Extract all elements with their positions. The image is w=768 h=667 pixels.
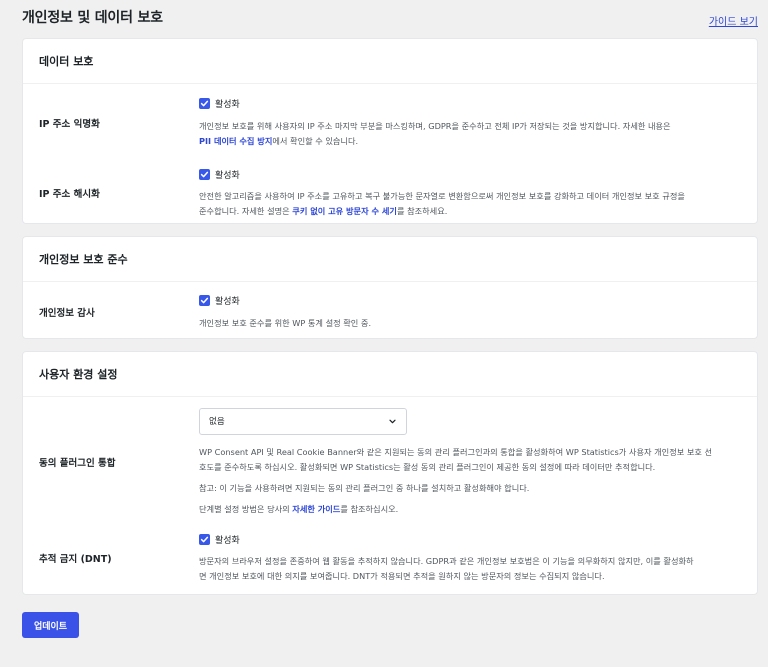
ip-anonymize-checkbox-label: 활성화 xyxy=(215,100,240,110)
privacy-audit-description: 개인정보 보호 준수를 위한 WP 통계 설정 확인 중. xyxy=(199,317,372,328)
privacy-audit-checkbox[interactable] xyxy=(199,295,210,306)
checkmark-icon xyxy=(200,297,209,304)
consent-desc-line1: WP Consent API 및 Real Cookie Banner와 같은 … xyxy=(199,446,713,457)
ip-hash-row: IP 주소 해시화 활성화 안전한 알고리즘을 사용하여 IP 주소를 고유하고… xyxy=(39,163,741,223)
guide-link[interactable]: 가이드 보기 xyxy=(709,13,758,28)
privacy-audit-label: 개인정보 감사 xyxy=(39,308,95,319)
card-body: IP 주소 익명화 활성화 개인정보 보호를 위해 사용자의 IP 주소 마지막… xyxy=(23,84,757,223)
dnt-desc-line1: 방문자의 브라우저 설정을 존중하여 웹 활동을 추적하지 않습니다. GDPR… xyxy=(199,556,694,566)
consent-plugin-select[interactable]: 없음 xyxy=(199,407,407,435)
ip-hash-checkbox-label: 활성화 xyxy=(215,170,240,181)
consent-integration-label: 동의 플러그인 통합 xyxy=(39,458,116,469)
consent-integration-description: WP Consent API 및 Real Cookie Banner와 같은 … xyxy=(199,445,733,475)
consent-integration-content: 없음 WP Consent API 및 Real Cookie Banner와 … xyxy=(199,407,741,517)
ip-anonymize-label: IP 주소 익명화 xyxy=(39,118,100,130)
card-title: 데이터 보호 xyxy=(23,39,757,84)
chevron-down-icon xyxy=(389,419,396,423)
cookieless-visitors-link[interactable]: 쿠키 없이 고유 방문자 수 세기 xyxy=(292,206,397,216)
page-title: 개인정보 및 데이터 보호 xyxy=(22,10,163,26)
ip-anonymize-content: 활성화 개인정보 보호를 위해 사용자의 IP 주소 마지막 부분을 마스킹하며… xyxy=(199,97,741,149)
consent-integration-row: 동의 플러그인 통합 없음 WP Consent API 및 Real Cook… xyxy=(39,405,741,519)
card-title: 사용자 환경 설정 xyxy=(23,352,757,397)
privacy-audit-checkbox-line[interactable]: 활성화 xyxy=(199,294,733,308)
user-preferences-card: 사용자 환경 설정 동의 플러그인 통합 없음 WP Consent API 및… xyxy=(22,351,758,595)
card-body: 동의 플러그인 통합 없음 WP Consent API 및 Real Cook… xyxy=(23,397,757,587)
dnt-checkbox-line[interactable]: 활성화 xyxy=(199,532,733,546)
ip-anonymize-checkbox-line[interactable]: 활성화 xyxy=(199,97,733,111)
dnt-row: 추적 금지 (DNT) 활성화 방문자의 브라우저 설정을 존중하여 웹 활동을… xyxy=(39,529,741,587)
ip-hash-desc-after: 를 참조하세요. xyxy=(396,206,448,216)
dnt-description: 방문자의 브라우저 설정을 존중하여 웹 활동을 추적하지 않습니다. GDPR… xyxy=(199,554,733,584)
dnt-content: 활성화 방문자의 브라우저 설정을 존중하여 웹 활동을 추적하지 않습니다. … xyxy=(199,532,741,584)
privacy-audit-content: 활성화 개인정보 보호 준수를 위한 WP 통계 설정 확인 중. xyxy=(199,294,741,331)
card-body: 개인정보 감사 활성화 개인정보 보호 준수를 위한 WP 통계 설정 확인 중… xyxy=(23,282,757,332)
dnt-label: 추적 금지 (DNT) xyxy=(39,554,112,565)
consent-guide-before: 단계별 설정 방법은 당사의 xyxy=(199,503,290,514)
detailed-guide-link[interactable]: 자세한 가이드 xyxy=(292,504,340,514)
update-button[interactable]: 업데이트 xyxy=(22,612,79,638)
ip-hash-desc-before: 준수합니다. 자세한 설명은 xyxy=(199,206,290,216)
privacy-audit-checkbox-label: 활성화 xyxy=(215,297,240,307)
ip-hash-description: 안전한 알고리즘을 사용하여 IP 주소를 고유하고 복구 불가능한 문자열로 … xyxy=(199,189,733,219)
privacy-audit-row: 개인정보 감사 활성화 개인정보 보호 준수를 위한 WP 통계 설정 확인 중… xyxy=(39,292,741,332)
dnt-checkbox-label: 활성화 xyxy=(215,535,240,546)
ip-anonymize-description: 개인정보 보호를 위해 사용자의 IP 주소 마지막 부분을 마스킹하며, GD… xyxy=(199,119,733,149)
ip-hash-label: IP 주소 해시화 xyxy=(39,189,100,200)
checkmark-icon xyxy=(200,100,209,107)
ip-hash-content: 활성화 안전한 알고리즘을 사용하여 IP 주소를 고유하고 복구 불가능한 문… xyxy=(199,167,741,219)
consent-note: 참고: 이 기능을 사용하려면 지원되는 동의 관리 플러그인 중 하나를 설치… xyxy=(199,482,530,493)
ip-anonymize-desc-after: 에서 확인할 수 있습니다. xyxy=(272,135,359,146)
checkmark-icon xyxy=(200,536,209,542)
consent-plugin-select-value: 없음 xyxy=(209,417,225,427)
page-header: 개인정보 및 데이터 보호 가이드 보기 xyxy=(22,0,758,38)
consent-guide-text: 단계별 설정 방법은 당사의 자세한 가이드를 참조하십시오. xyxy=(199,502,733,517)
ip-anonymize-desc-text: 개인정보 보호를 위해 사용자의 IP 주소 마지막 부분을 마스킹하며, GD… xyxy=(199,120,671,131)
card-title: 개인정보 보호 준수 xyxy=(23,237,757,282)
ip-hash-checkbox-line[interactable]: 활성화 xyxy=(199,167,733,181)
consent-desc-line2: 호도를 준수하도록 하십시오. 활성화되면 WP Statistics는 활성 … xyxy=(199,461,656,472)
settings-page: 개인정보 및 데이터 보호 가이드 보기 데이터 보호 IP 주소 익명화 활성… xyxy=(0,0,768,667)
dnt-desc-line2: 면 개인정보 보호에 대한 의지를 보여줍니다. DNT가 적용되면 추적을 원… xyxy=(199,571,605,581)
dnt-checkbox[interactable] xyxy=(199,533,210,545)
privacy-compliance-card: 개인정보 보호 준수 개인정보 감사 활성화 개인정보 보호 준수를 위한 WP… xyxy=(22,236,758,339)
data-protection-card: 데이터 보호 IP 주소 익명화 활성화 개인정보 보호를 위해 사용자의 IP… xyxy=(22,38,758,224)
ip-anonymize-checkbox[interactable] xyxy=(199,98,210,109)
ip-anonymize-row: IP 주소 익명화 활성화 개인정보 보호를 위해 사용자의 IP 주소 마지막… xyxy=(39,94,741,151)
pii-data-link[interactable]: PII 데이터 수집 방지 xyxy=(199,136,272,146)
consent-guide-after: 를 참조하십시오. xyxy=(340,503,399,514)
checkmark-icon xyxy=(200,171,209,177)
ip-hash-checkbox[interactable] xyxy=(199,168,210,180)
ip-hash-desc-text: 안전한 알고리즘을 사용하여 IP 주소를 고유하고 복구 불가능한 문자열로 … xyxy=(199,191,685,201)
